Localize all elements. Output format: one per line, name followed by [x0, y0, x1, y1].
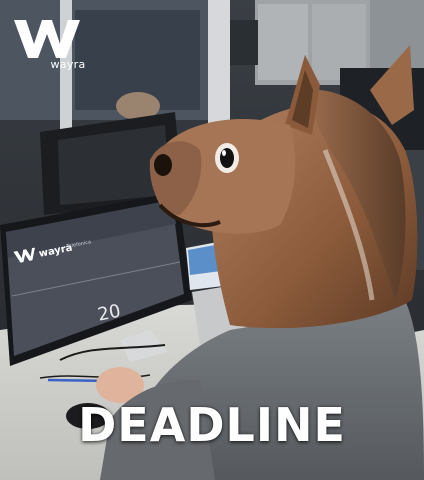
- gif-frame: wayra wayra Telefonica 20 DEADLINE: [0, 0, 424, 480]
- screen-number: 20: [96, 300, 123, 326]
- wayra-logo-text: wayra: [50, 58, 86, 71]
- deadline-caption: DEADLINE: [78, 398, 346, 452]
